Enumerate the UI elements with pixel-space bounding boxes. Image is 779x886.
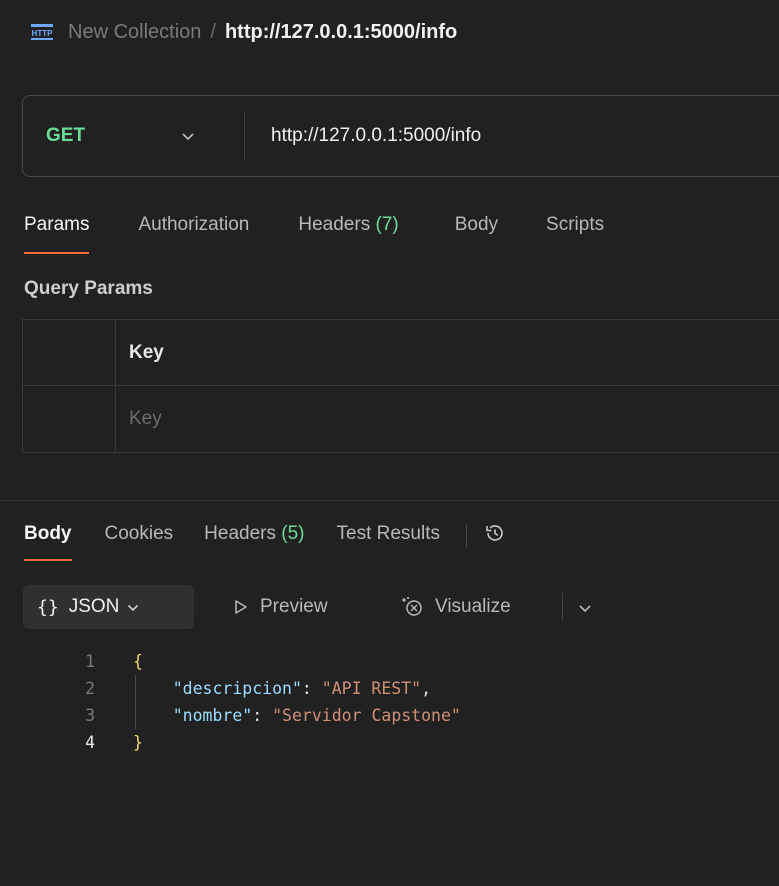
tab-scripts[interactable]: Scripts	[546, 200, 604, 256]
breadcrumb: HTTP New Collection / http://127.0.0.1:5…	[0, 0, 779, 64]
json-comma: ,	[421, 679, 432, 698]
history-icon[interactable]	[483, 521, 507, 550]
code-text: "nombre": "Servidor Capstone"	[172, 706, 461, 725]
tab-headers[interactable]: Headers (7)	[298, 200, 398, 256]
tab-cookies[interactable]: Cookies	[105, 515, 174, 563]
method-selector[interactable]: GET	[23, 111, 245, 161]
method-label: GET	[46, 125, 86, 146]
format-label: JSON	[68, 596, 120, 617]
tab-response-body[interactable]: Body	[24, 515, 72, 563]
json-value: "API REST"	[321, 679, 422, 698]
request-url-bar: GET http://127.0.0.1:5000/info	[22, 95, 779, 177]
tab-label: Params	[24, 214, 90, 235]
code-text: }	[95, 729, 143, 756]
tab-label: Headers	[298, 214, 371, 235]
breadcrumb-request-name[interactable]: http://127.0.0.1:5000/info	[225, 21, 457, 44]
visualize-label: Visualize	[435, 596, 511, 617]
play-icon	[235, 600, 247, 614]
preview-button[interactable]: Preview	[232, 585, 328, 629]
preview-label: Preview	[260, 596, 328, 617]
code-text: "descripcion": "API REST",	[172, 679, 432, 698]
tab-params[interactable]: Params	[24, 200, 90, 256]
tab-label: Body	[24, 523, 72, 544]
query-params-table: Key Key	[22, 319, 779, 453]
code-line: 2 "descripcion": "API REST",	[0, 675, 779, 702]
postman-app: HTTP New Collection / http://127.0.0.1:5…	[0, 0, 779, 886]
line-number: 3	[85, 706, 95, 725]
chevron-down-icon	[127, 600, 139, 615]
indent-guide	[135, 702, 136, 729]
json-value: "Servidor Capstone"	[272, 706, 461, 725]
http-request-icon: HTTP	[30, 23, 54, 41]
open-brace: {	[133, 652, 143, 671]
tab-label: Test Results	[336, 523, 440, 544]
checkbox-column	[23, 320, 116, 385]
breadcrumb-collection[interactable]: New Collection	[68, 21, 201, 44]
response-tabs: Body Cookies Headers (5) Test Results	[0, 515, 779, 565]
row-checkbox-cell[interactable]	[23, 386, 116, 452]
json-key: "nombre"	[172, 706, 253, 725]
response-format-dropdown[interactable]: {} JSON	[23, 585, 194, 629]
chevron-down-icon	[181, 128, 195, 144]
toolbar-divider	[465, 525, 467, 547]
key-input[interactable]: Key	[116, 386, 162, 452]
pane-divider[interactable]	[0, 500, 779, 501]
visualize-options-dropdown[interactable]	[578, 600, 592, 618]
json-key: "descripcion"	[172, 679, 302, 698]
line-number: 4	[85, 733, 95, 752]
table-row: Key	[23, 386, 779, 452]
visualize-icon	[402, 597, 422, 616]
tab-body[interactable]: Body	[455, 200, 498, 256]
tab-test-results[interactable]: Test Results	[337, 515, 440, 563]
chevron-down-icon	[579, 605, 591, 613]
tab-response-headers[interactable]: Headers (5)	[204, 515, 304, 563]
table-header-row: Key	[23, 320, 779, 386]
tab-label: Body	[454, 214, 499, 235]
breadcrumb-separator: /	[210, 20, 216, 43]
code-line: 1 {	[0, 648, 779, 675]
tab-label: Headers	[204, 523, 276, 544]
line-number: 1	[85, 652, 95, 671]
toolbar-divider	[562, 593, 563, 621]
tab-authorization[interactable]: Authorization	[138, 200, 249, 256]
code-line: 4 }	[0, 729, 779, 756]
key-column-header: Key	[129, 341, 164, 363]
braces-icon: {}	[37, 596, 59, 618]
visualize-button[interactable]: Visualize	[399, 585, 511, 629]
request-tabs: Params Authorization Headers (7) Body Sc…	[0, 200, 779, 260]
line-number: 2	[85, 679, 95, 698]
query-params-title: Query Params	[24, 278, 153, 299]
indent-guide	[135, 675, 136, 702]
code-line: 3 "nombre": "Servidor Capstone"	[0, 702, 779, 729]
response-json-viewer: 1 { 2 "descripcion": "API REST", 3 "nomb…	[0, 648, 779, 756]
tab-label: Cookies	[104, 523, 174, 544]
svg-text:HTTP: HTTP	[32, 29, 54, 38]
close-brace: }	[133, 733, 143, 752]
tab-label: Scripts	[546, 214, 605, 235]
url-input[interactable]: http://127.0.0.1:5000/info	[245, 125, 481, 147]
tab-label: Authorization	[138, 214, 250, 235]
tab-count-badge: (5)	[281, 523, 305, 544]
tab-count-badge: (7)	[375, 214, 399, 235]
code-text: {	[95, 648, 143, 675]
